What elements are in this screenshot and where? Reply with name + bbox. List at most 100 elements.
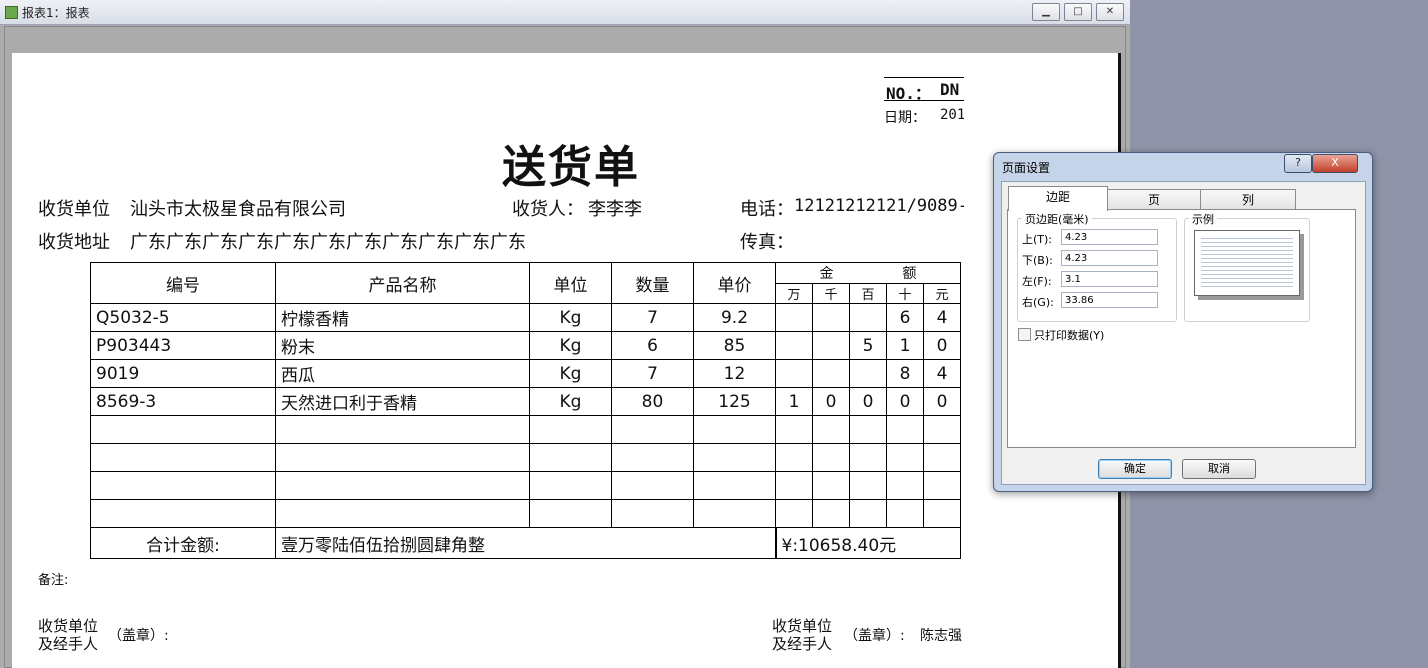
close-button[interactable]: ✕ [1096, 3, 1124, 21]
cell-code [90, 471, 276, 500]
cell-unit [529, 443, 612, 472]
header-digit: 千 [812, 283, 850, 304]
header-price: 单价 [693, 262, 776, 304]
maximize-button[interactable]: □ [1064, 3, 1092, 21]
close-icon: ✕ [1105, 6, 1115, 17]
table-row [90, 471, 961, 500]
cell-unit: Kg [529, 359, 612, 388]
cell-name [275, 443, 530, 472]
cell-unit: Kg [529, 303, 612, 332]
cell-digit [775, 443, 813, 472]
cell-digit [812, 359, 850, 388]
cell-digit [775, 471, 813, 500]
report-window-titlebar[interactable]: 报表1：报表 ▁ □ ✕ [0, 0, 1130, 25]
total-label: 合计金额: [90, 527, 276, 559]
cell-digit: 0 [886, 387, 924, 416]
items-table: 编号 产品名称 单位 数量 单价 金 额 万千百十元 Q5032-5 柠檬香精 Kg… [90, 262, 961, 559]
header-digit: 百 [849, 283, 887, 304]
cell-unit [529, 415, 612, 444]
cell-digit [812, 331, 850, 360]
cell-digit [812, 303, 850, 332]
cell-digit: 4 [923, 303, 961, 332]
cell-code: 9019 [90, 359, 276, 388]
cell-digit [775, 303, 813, 332]
tab-page[interactable]: 页 [1106, 189, 1202, 210]
cell-qty [611, 443, 694, 472]
header-name: 产品名称 [275, 262, 530, 304]
table-row: 8569-3 天然进口利于香精 Kg 80 125 1 0 0 0 0 [90, 387, 961, 416]
dialog-close-button[interactable]: X [1312, 154, 1358, 173]
cell-digit: 8 [886, 359, 924, 388]
right-margin-input[interactable]: 33.86 [1061, 292, 1158, 308]
header-amount-b: 额 [902, 266, 917, 282]
cell-digit [849, 303, 887, 332]
receiver-value: 李李李 [588, 199, 642, 220]
sign-right-line2: 及经手人 [772, 635, 833, 653]
tab-margins[interactable]: 边距 [1008, 186, 1108, 211]
cell-digit [886, 471, 924, 500]
phone-label: 电话： [740, 199, 794, 220]
cell-digit [923, 443, 961, 472]
table-row [90, 443, 961, 472]
remarks-label: 备注: [38, 573, 69, 588]
cell-name [275, 415, 530, 444]
cell-digit: 0 [923, 387, 961, 416]
receiver-label: 收货人： [512, 199, 584, 220]
minimize-button[interactable]: ▁ [1032, 3, 1060, 21]
cell-digit [849, 359, 887, 388]
cell-digit: 4 [923, 359, 961, 388]
cell-name: 西瓜 [275, 359, 530, 388]
cell-digit: 1 [775, 387, 813, 416]
cell-digit: 1 [886, 331, 924, 360]
cell-digit [886, 415, 924, 444]
cell-digit [886, 499, 924, 528]
preview-lines [1201, 235, 1293, 289]
cell-digit [812, 499, 850, 528]
cell-code: 8569-3 [90, 387, 276, 416]
report-title: 送货单 [502, 142, 640, 193]
close-icon: X [1331, 156, 1339, 169]
bottom-margin-input[interactable]: 4.23 [1061, 250, 1158, 266]
print-data-only-label[interactable]: 只打印数据(Y) [1034, 327, 1104, 343]
cell-digit [923, 415, 961, 444]
cell-digit [775, 499, 813, 528]
preview-thumbnail [1194, 230, 1300, 296]
dialog-body: 边距 页 列 页边距(毫米) 上(T): 4.23 下(B): 4.23 左(F… [1001, 181, 1366, 485]
cell-qty [611, 415, 694, 444]
cell-name [275, 471, 530, 500]
header-digit: 十 [886, 283, 924, 304]
cancel-button[interactable]: 取消 [1182, 459, 1256, 479]
tab-columns[interactable]: 列 [1200, 189, 1296, 210]
address-value: 广东广东广东广东广东广东广东广东广东广东广东 [130, 232, 526, 253]
cell-digit [812, 415, 850, 444]
help-button[interactable]: ? [1284, 154, 1312, 173]
cell-price: 12 [693, 359, 776, 388]
cell-qty [611, 471, 694, 500]
cell-code [90, 499, 276, 528]
header-qty: 数量 [611, 262, 694, 304]
cell-price: 125 [693, 387, 776, 416]
cell-digit [923, 499, 961, 528]
cell-unit: Kg [529, 387, 612, 416]
left-margin-input[interactable]: 3.1 [1061, 271, 1158, 287]
top-margin-input[interactable]: 4.23 [1061, 229, 1158, 245]
preview-group-label: 示例 [1189, 211, 1217, 227]
cell-digit: 0 [849, 387, 887, 416]
cell-code: P903443 [90, 331, 276, 360]
table-row: P903443 粉末 Kg 6 85 5 1 0 [90, 331, 961, 360]
cell-price [693, 471, 776, 500]
receiver-unit-value: 汕头市太极星食品有限公司 [130, 199, 346, 220]
ok-button[interactable]: 确定 [1098, 459, 1172, 479]
cell-code: Q5032-5 [90, 303, 276, 332]
cell-digit [812, 443, 850, 472]
cell-unit [529, 499, 612, 528]
sign-left-seal: （盖章）: [108, 628, 169, 644]
no-underline [884, 100, 964, 101]
print-data-only-checkbox[interactable] [1018, 328, 1031, 341]
cell-digit [849, 443, 887, 472]
table-row [90, 499, 961, 528]
cell-qty: 7 [611, 303, 694, 332]
date-value: 201 [940, 107, 964, 123]
margins-group-label: 页边距(毫米) [1022, 211, 1092, 227]
cell-digit [775, 359, 813, 388]
